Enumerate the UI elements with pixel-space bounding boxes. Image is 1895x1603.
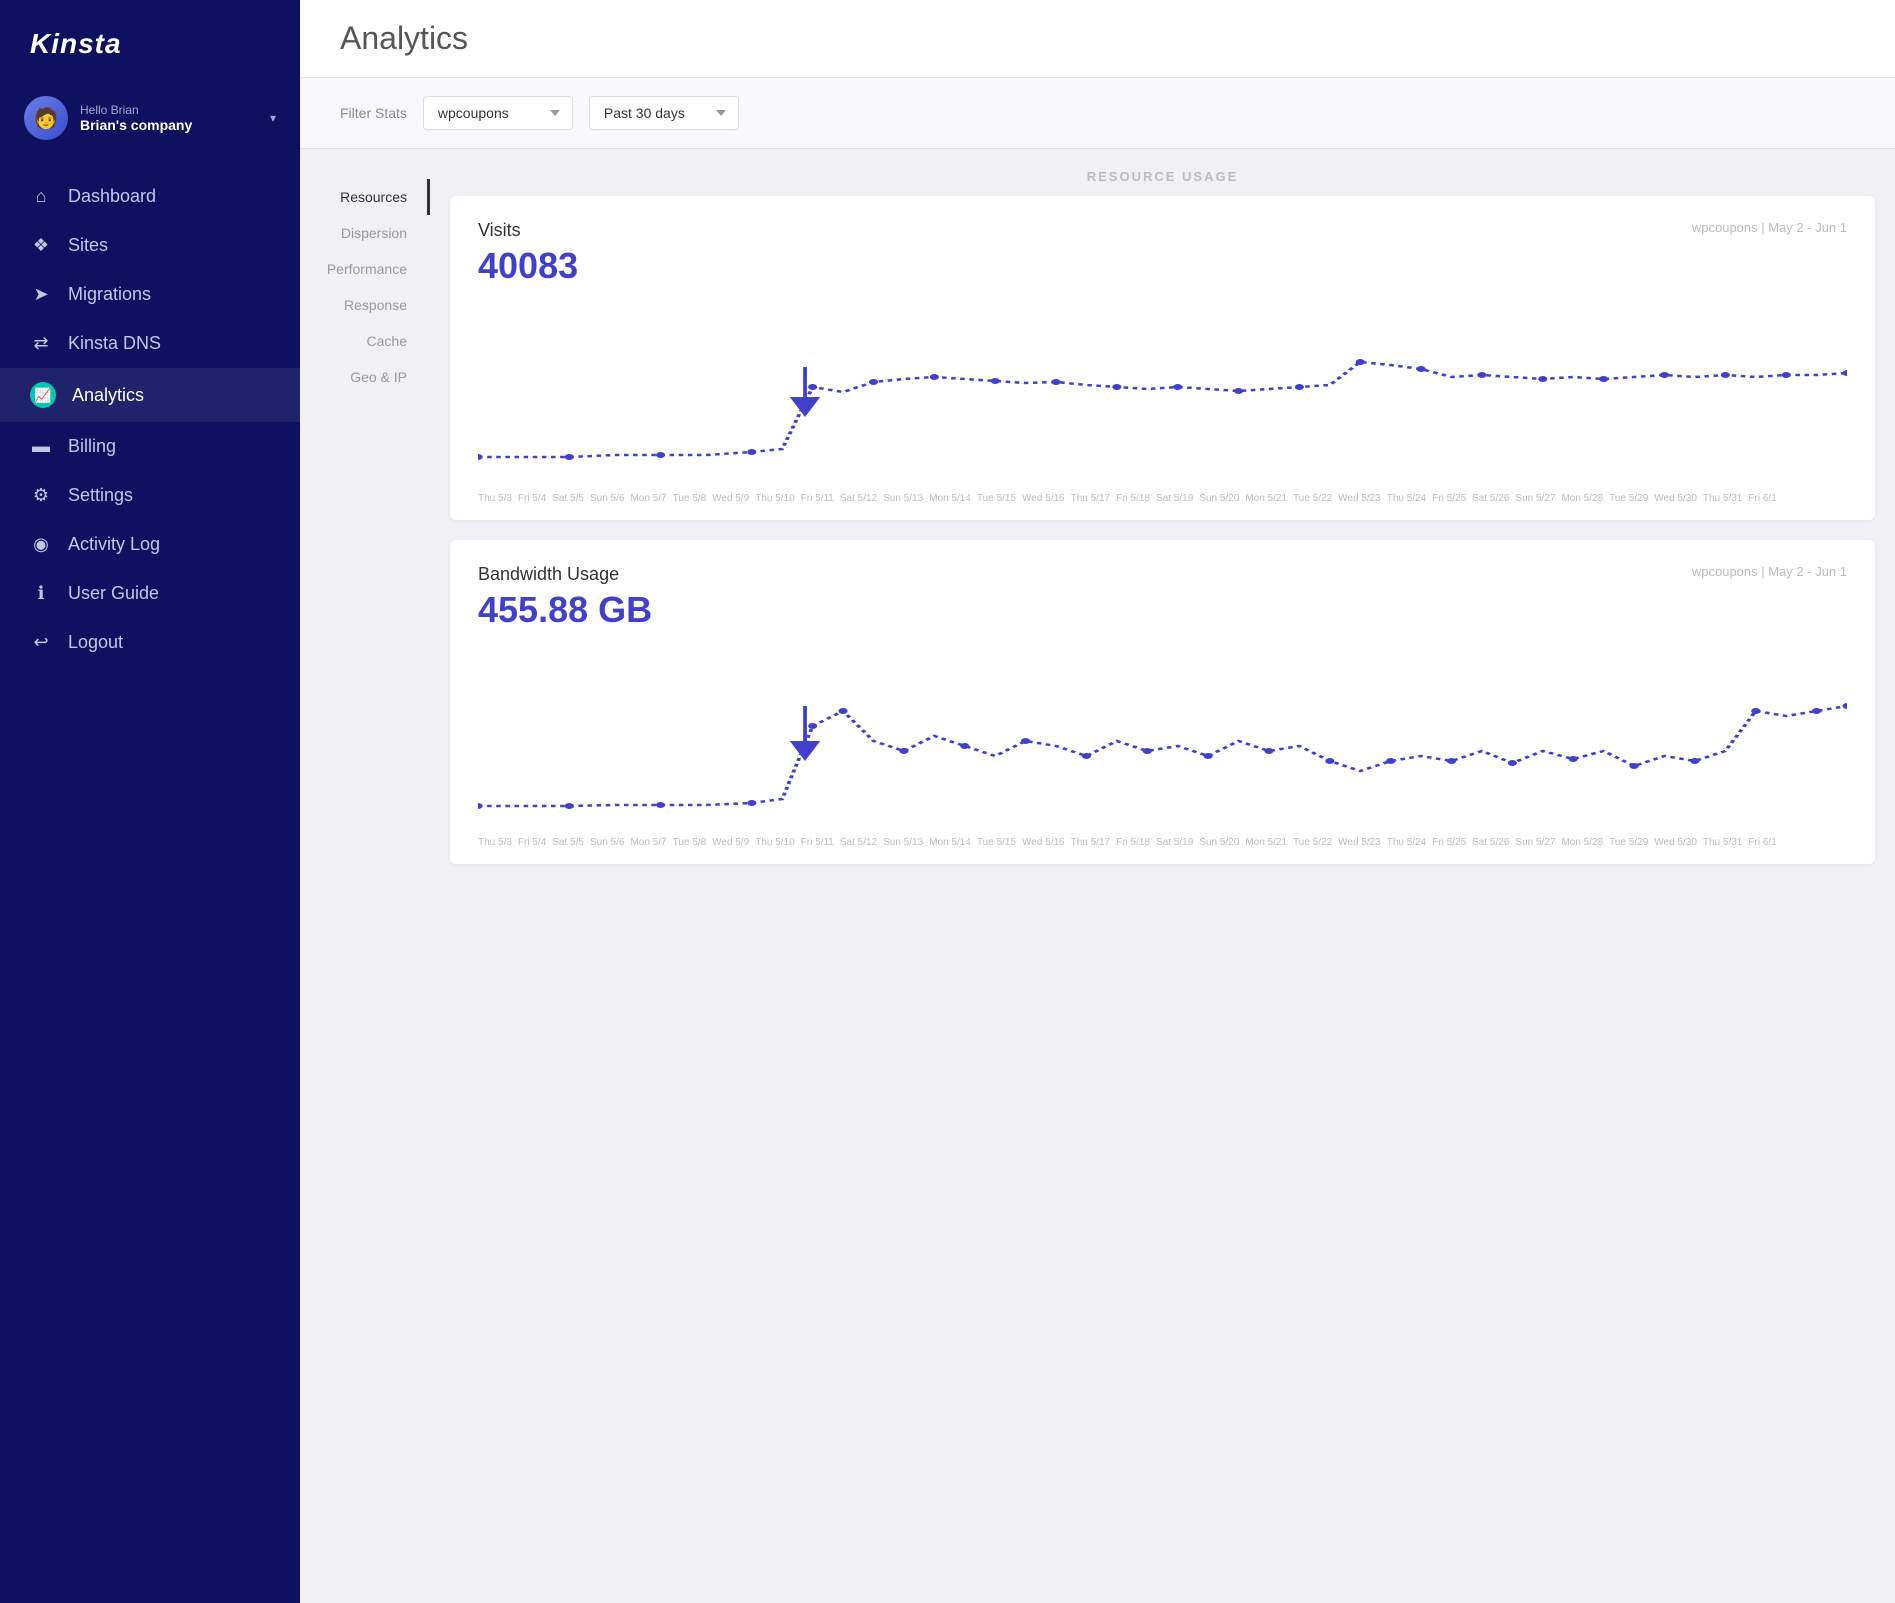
chevron-down-icon: ▾: [270, 111, 276, 125]
page-header: Analytics: [300, 0, 1895, 78]
sidebar-item-logout[interactable]: ↩ Logout: [0, 618, 300, 667]
user-guide-icon: ℹ: [30, 583, 52, 604]
sidebar-item-label-migrations: Migrations: [68, 284, 151, 305]
sidebar-item-settings[interactable]: ⚙ Settings: [0, 471, 300, 520]
sidebar-item-dashboard[interactable]: ⌂ Dashboard: [0, 172, 300, 221]
sidebar: Kinsta 🧑 Hello Brian Brian's company ▾ ⌂…: [0, 0, 300, 1603]
avatar: 🧑: [24, 96, 68, 140]
visits-title: Visits: [478, 220, 521, 241]
user-info: Hello Brian Brian's company: [80, 103, 258, 133]
visits-meta: wpcoupons | May 2 - Jun 1: [1692, 220, 1847, 235]
logo: Kinsta: [0, 0, 300, 84]
kinsta-dns-icon: ⇄: [30, 333, 52, 354]
bandwidth-chart-card: Bandwidth Usage wpcoupons | May 2 - Jun …: [450, 540, 1875, 864]
left-nav-item-response[interactable]: Response: [300, 287, 430, 323]
visits-chart-header: Visits wpcoupons | May 2 - Jun 1: [478, 220, 1847, 241]
page-title: Analytics: [340, 20, 1855, 57]
sidebar-item-sites[interactable]: ❖ Sites: [0, 221, 300, 270]
analytics-icon: 📈: [30, 382, 56, 408]
site-filter-select[interactable]: wpcoupons: [423, 96, 573, 130]
visits-svg: [478, 307, 1847, 487]
activity-log-icon: ◉: [30, 534, 52, 555]
left-nav: ResourcesDispersionPerformanceResponseCa…: [300, 149, 430, 1603]
bandwidth-svg: [478, 651, 1847, 831]
sidebar-item-label-dashboard: Dashboard: [68, 186, 156, 207]
main-content: Analytics Filter Stats wpcoupons Past 30…: [300, 0, 1895, 1603]
visits-chart: [478, 307, 1847, 487]
sidebar-item-label-billing: Billing: [68, 436, 116, 457]
left-nav-item-performance[interactable]: Performance: [300, 251, 430, 287]
sidebar-item-kinsta-dns[interactable]: ⇄ Kinsta DNS: [0, 319, 300, 368]
bandwidth-value: 455.88 GB: [478, 589, 1847, 631]
charts-area: RESOURCE USAGE Visits wpcoupons | May 2 …: [430, 149, 1895, 1603]
sidebar-item-label-settings: Settings: [68, 485, 133, 506]
bandwidth-title: Bandwidth Usage: [478, 564, 619, 585]
filter-label: Filter Stats: [340, 105, 407, 121]
sidebar-item-activity-log[interactable]: ◉ Activity Log: [0, 520, 300, 569]
sidebar-nav: ⌂ Dashboard ❖ Sites ➤ Migrations ⇄ Kinsta DNS 📈 A…: [0, 164, 300, 1583]
sites-icon: ❖: [30, 235, 52, 256]
sidebar-item-label-sites: Sites: [68, 235, 108, 256]
sidebar-item-user-guide[interactable]: ℹ User Guide: [0, 569, 300, 618]
sidebar-item-label-user-guide: User Guide: [68, 583, 159, 604]
user-greeting: Hello Brian: [80, 103, 258, 117]
dashboard-icon: ⌂: [30, 186, 52, 207]
visits-chart-card: Visits wpcoupons | May 2 - Jun 1 40083: [450, 196, 1875, 520]
billing-icon: ▬: [30, 436, 52, 457]
bandwidth-meta: wpcoupons | May 2 - Jun 1: [1692, 564, 1847, 579]
sidebar-item-label-activity-log: Activity Log: [68, 534, 160, 555]
bandwidth-chart: [478, 651, 1847, 831]
user-section[interactable]: 🧑 Hello Brian Brian's company ▾: [0, 84, 300, 164]
sidebar-item-label-kinsta-dns: Kinsta DNS: [68, 333, 161, 354]
settings-icon: ⚙: [30, 485, 52, 506]
left-nav-item-cache[interactable]: Cache: [300, 323, 430, 359]
date-filter-select[interactable]: Past 30 daysPast 7 daysPast 90 days: [589, 96, 739, 130]
left-nav-item-geo-ip[interactable]: Geo & IP: [300, 359, 430, 395]
sidebar-item-analytics[interactable]: 📈 Analytics: [0, 368, 300, 422]
visits-value: 40083: [478, 245, 1847, 287]
bandwidth-xaxis: Thu 5/3Fri 5/4Sat 5/5Sun 5/6 Mon 5/7Tue …: [478, 837, 1847, 848]
content-area: ResourcesDispersionPerformanceResponseCa…: [300, 149, 1895, 1603]
left-nav-item-dispersion[interactable]: Dispersion: [300, 215, 430, 251]
bandwidth-chart-header: Bandwidth Usage wpcoupons | May 2 - Jun …: [478, 564, 1847, 585]
migrations-icon: ➤: [30, 284, 52, 305]
sidebar-item-label-logout: Logout: [68, 632, 123, 653]
filter-bar: Filter Stats wpcoupons Past 30 daysPast …: [300, 78, 1895, 149]
visits-xaxis: Thu 5/3Fri 5/4Sat 5/5Sun 5/6 Mon 5/7Tue …: [478, 493, 1847, 504]
left-nav-item-resources[interactable]: Resources: [300, 179, 430, 215]
sidebar-item-label-analytics: Analytics: [72, 385, 144, 406]
sidebar-item-billing[interactable]: ▬ Billing: [0, 422, 300, 471]
sidebar-item-migrations[interactable]: ➤ Migrations: [0, 270, 300, 319]
logout-icon: ↩: [30, 632, 52, 653]
user-company: Brian's company: [80, 117, 258, 133]
resource-usage-header: RESOURCE USAGE: [450, 149, 1875, 196]
